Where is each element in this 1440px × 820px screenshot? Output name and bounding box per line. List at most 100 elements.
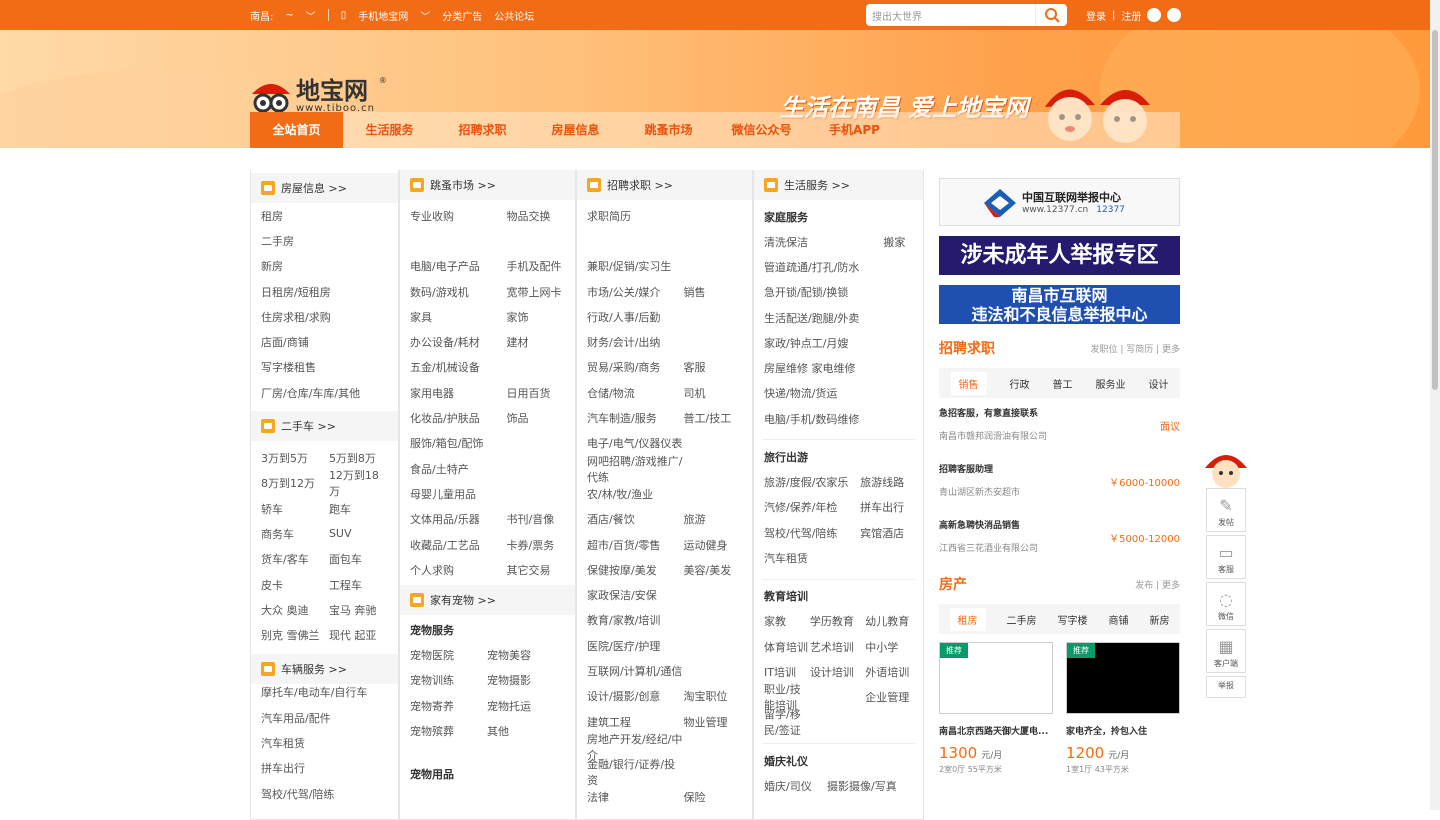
category-link[interactable]: 拼车出行 (261, 760, 305, 776)
category-link[interactable]: 司机 (684, 385, 742, 401)
category-link[interactable]: 快递/物流/货运 (764, 385, 883, 401)
category-link[interactable]: 互联网/计算机/通信 (587, 663, 684, 679)
category-link[interactable]: 汽车租赁 (261, 735, 305, 751)
category-link[interactable]: 清洗保洁 (764, 234, 883, 250)
category-link[interactable]: 美容/美发 (684, 562, 742, 578)
category-link[interactable]: 电子/电气/仪器仪表 (587, 435, 684, 451)
property-title[interactable]: 南昌北京西路天御大厦电... (939, 724, 1053, 737)
category-link[interactable]: 淘宝职位 (684, 688, 742, 704)
category-link[interactable]: 卡券/票务 (507, 537, 565, 553)
chevron-down-icon[interactable]: ﹀ (420, 8, 430, 23)
category-title[interactable]: 车辆服务 >> (281, 661, 347, 677)
category-link[interactable]: 3万到5万 (261, 450, 329, 466)
category-link[interactable]: 建材 (507, 334, 565, 350)
category-link[interactable]: 数码/游戏机 (410, 284, 507, 300)
tab-4[interactable]: 设计 (1149, 376, 1169, 391)
category-link[interactable]: 跑车 (329, 501, 388, 517)
category-header[interactable]: 招聘求职 >> (577, 170, 752, 200)
category-link[interactable]: 二手房 (261, 233, 294, 249)
category-link[interactable]: 旅游 (684, 511, 742, 527)
category-link[interactable]: 工程车 (329, 577, 388, 593)
category-link[interactable]: 旅游/度假/农家乐 (764, 474, 860, 490)
property-thumbnail[interactable]: 推荐 (939, 642, 1053, 714)
search-box[interactable]: 搜出大世界 (866, 4, 1067, 26)
category-link[interactable]: 宽带上网卡 (507, 284, 565, 300)
section-title[interactable]: 房产 (939, 574, 967, 594)
category-link[interactable]: 其它交易 (507, 562, 565, 578)
category-link[interactable]: 书刊/音像 (507, 511, 565, 527)
tab-0[interactable]: 销售 (950, 371, 987, 395)
category-link[interactable]: 体育培训 (764, 639, 810, 655)
tab-3[interactable]: 服务业 (1096, 376, 1126, 391)
property-card[interactable]: 推荐 南昌北京西路天御大厦电... 1300 元/月 2室0厅 55平方米 (939, 642, 1053, 775)
category-link[interactable]: 皮卡 (261, 577, 329, 593)
site-logo[interactable]: 地宝网 www.tiboo.cn ® (250, 76, 387, 116)
category-link[interactable]: 市场/公关/媒介 (587, 284, 684, 300)
register-link[interactable]: 注册 (1121, 8, 1141, 23)
nav-jobs[interactable]: 招聘求职 (436, 112, 529, 148)
category-link[interactable]: 兼职/促销/实习生 (587, 258, 684, 274)
category-link[interactable]: 现代 起亚 (329, 627, 388, 643)
category-link[interactable]: 保健按摩/美发 (587, 562, 684, 578)
category-link[interactable]: 物业管理 (684, 714, 742, 730)
float-button-2[interactable]: ◌ 微信 (1206, 582, 1246, 626)
tab-2[interactable]: 普工 (1053, 376, 1073, 391)
category-link[interactable]: 农/林/牧/渔业 (587, 486, 684, 502)
category-link[interactable]: 艺术培训 (810, 639, 865, 655)
category-link[interactable]: 急开锁/配锁/换锁 (764, 284, 883, 300)
job-item[interactable]: 急招客服，有意直接联系 南昌市赣邦润滑油有限公司 面议 (939, 400, 1180, 456)
category-link[interactable]: 企业管理 (865, 689, 913, 705)
search-input[interactable]: 搜出大世界 (866, 8, 1035, 23)
category-link[interactable]: 汽修/保养/年检 (764, 499, 860, 515)
scrollbar[interactable] (1430, 0, 1440, 810)
category-link[interactable]: 电脑/电子产品 (410, 258, 507, 274)
category-link[interactable]: 食品/土特产 (410, 461, 507, 477)
category-link[interactable]: 宠物殡葬 (410, 723, 487, 739)
category-link[interactable]: 财务/会计/出纳 (587, 334, 684, 350)
scrollbar-thumb[interactable] (1432, 30, 1438, 390)
float-button-0[interactable]: ✎ 发帖 (1206, 488, 1246, 532)
category-link[interactable]: 宠物寄养 (410, 698, 487, 714)
category-link[interactable]: 酒店/餐饮 (587, 511, 684, 527)
category-link[interactable]: 家教 (764, 613, 810, 629)
category-link[interactable]: 汽车租赁 (764, 550, 860, 566)
nav-home[interactable]: 全站首页 (250, 112, 343, 148)
chevron-down-icon[interactable]: ﹀ (306, 8, 316, 23)
mobile-link[interactable]: 手机地宝网 (358, 8, 408, 23)
category-header[interactable]: 跳蚤市场 >> (400, 170, 575, 200)
category-link[interactable]: 个人求购 (410, 562, 507, 578)
category-link[interactable]: 租房 (261, 208, 283, 224)
category-header[interactable]: 二手车 >> (251, 411, 398, 442)
category-link[interactable]: 宠物摄影 (487, 672, 547, 688)
category-link[interactable]: 超市/百货/零售 (587, 537, 684, 553)
category-link[interactable]: 宠物医院 (410, 647, 487, 663)
category-link[interactable]: 教育/家教/培训 (587, 612, 684, 628)
category-link[interactable]: 家用电器 (410, 385, 507, 401)
float-button-1[interactable]: ▭ 客服 (1206, 535, 1246, 579)
login-link[interactable]: 登录 (1086, 8, 1106, 23)
category-link[interactable]: 贸易/采购/商务 (587, 359, 684, 375)
nav-app[interactable]: 手机APP (808, 112, 901, 148)
category-link[interactable]: 专业收购 (410, 208, 507, 224)
category-link[interactable]: 家政保洁/安保 (587, 587, 684, 603)
category-link[interactable]: 物品交换 (507, 208, 565, 224)
category-link[interactable]: 大众 奥迪 (261, 602, 329, 618)
category-link[interactable]: 建筑工程 (587, 714, 684, 730)
category-link[interactable]: 别克 雪佛兰 (261, 627, 329, 643)
category-link[interactable]: 拼车出行 (860, 499, 913, 515)
category-link[interactable]: 家具 (410, 309, 507, 325)
category-link[interactable]: 宠物美容 (487, 647, 547, 663)
category-header[interactable]: 生活服务 >> (754, 170, 923, 200)
classified-link[interactable]: 分类广告 (442, 8, 482, 23)
category-link[interactable]: 设计培训 (810, 664, 865, 680)
category-link[interactable]: 饰品 (507, 410, 565, 426)
category-link[interactable]: 五金/机械设备 (410, 359, 507, 375)
category-link[interactable]: 幼儿教育 (865, 613, 913, 629)
property-thumbnail[interactable]: 推荐 (1066, 642, 1180, 714)
category-link[interactable]: 行政/人事/后勤 (587, 309, 684, 325)
tab-1[interactable]: 行政 (1010, 376, 1030, 391)
category-link[interactable]: 生活配送/跑腿/外卖 (764, 310, 883, 326)
category-title[interactable]: 招聘求职 >> (607, 177, 673, 193)
category-link[interactable]: 摩托车/电动车/自行车 (261, 684, 367, 700)
section-links[interactable]: 发布 | 更多 (1135, 578, 1180, 591)
